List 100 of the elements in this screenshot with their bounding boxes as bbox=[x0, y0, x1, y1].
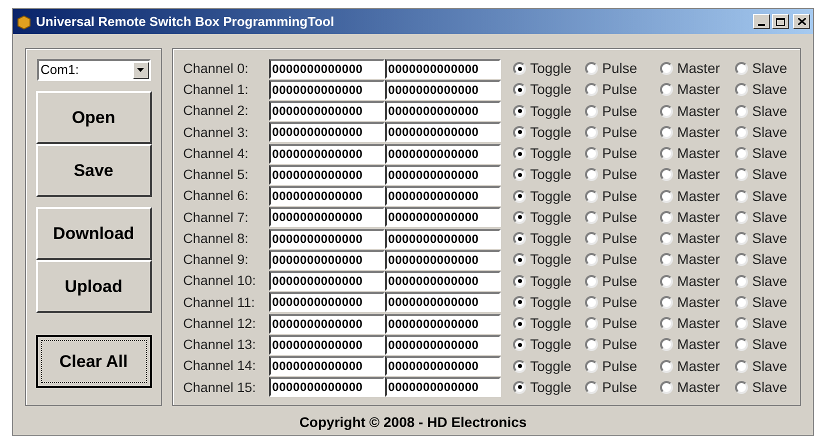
radio-button[interactable] bbox=[513, 126, 526, 139]
radio-button[interactable] bbox=[735, 274, 748, 288]
radio-button[interactable] bbox=[660, 126, 674, 139]
radio-button[interactable] bbox=[513, 338, 526, 352]
action-button[interactable]: Clear All bbox=[36, 335, 152, 388]
radio-button[interactable] bbox=[585, 104, 598, 118]
action-button[interactable]: Upload bbox=[36, 260, 152, 313]
code-input-field[interactable]: 0000000000000 bbox=[385, 144, 502, 164]
radio-button[interactable] bbox=[585, 380, 598, 394]
dropdown-arrow-button[interactable] bbox=[132, 62, 149, 78]
radio-button[interactable] bbox=[513, 380, 526, 394]
radio-button[interactable] bbox=[660, 62, 674, 76]
radio-button[interactable] bbox=[513, 190, 526, 203]
radio-button[interactable] bbox=[585, 210, 598, 224]
code-input-field[interactable]: 0000000000000 bbox=[269, 292, 386, 312]
radio-button[interactable] bbox=[585, 190, 598, 203]
radio-button[interactable] bbox=[660, 168, 674, 182]
radio-button[interactable] bbox=[735, 317, 748, 330]
radio-button[interactable] bbox=[735, 168, 748, 182]
code-input-field[interactable]: 0000000000000 bbox=[269, 356, 386, 376]
radio-button[interactable] bbox=[735, 380, 748, 394]
radio-button[interactable] bbox=[660, 232, 674, 246]
radio-button[interactable] bbox=[735, 338, 748, 352]
radio-button[interactable] bbox=[585, 253, 598, 266]
code-input-field[interactable]: 0000000000000 bbox=[269, 314, 386, 334]
radio-button[interactable] bbox=[735, 232, 748, 246]
radio-button[interactable] bbox=[513, 62, 526, 76]
code-input-field[interactable]: 0000000000000 bbox=[269, 271, 386, 292]
code-input-field[interactable]: 0000000000000 bbox=[385, 334, 502, 355]
code-input-field[interactable]: 0000000000000 bbox=[269, 144, 386, 164]
code-input-field[interactable]: 0000000000000 bbox=[269, 334, 386, 355]
port-dropdown[interactable]: Com1: bbox=[36, 59, 151, 81]
code-input-field[interactable]: 0000000000000 bbox=[269, 101, 386, 122]
maximize-button[interactable] bbox=[772, 14, 789, 29]
radio-button[interactable] bbox=[585, 62, 598, 76]
code-input-field[interactable]: 0000000000000 bbox=[385, 314, 502, 334]
radio-button[interactable] bbox=[735, 104, 748, 118]
code-input-field[interactable]: 0000000000000 bbox=[385, 80, 502, 100]
code-input-field[interactable]: 0000000000000 bbox=[385, 271, 502, 292]
code-input-field[interactable]: 0000000000000 bbox=[385, 250, 502, 270]
radio-button[interactable] bbox=[513, 168, 526, 182]
radio-button[interactable] bbox=[513, 317, 526, 330]
radio-button[interactable] bbox=[735, 62, 748, 76]
radio-button[interactable] bbox=[513, 360, 526, 373]
radio-button[interactable] bbox=[585, 296, 598, 309]
radio-button[interactable] bbox=[660, 83, 674, 96]
code-input-field[interactable]: 0000000000000 bbox=[385, 58, 502, 79]
code-input-field[interactable]: 0000000000000 bbox=[269, 377, 386, 398]
action-button[interactable]: Download bbox=[36, 207, 152, 260]
code-input-field[interactable]: 0000000000000 bbox=[385, 356, 502, 376]
radio-button[interactable] bbox=[585, 360, 598, 373]
code-input-field[interactable]: 0000000000000 bbox=[269, 207, 386, 228]
radio-button[interactable] bbox=[585, 338, 598, 352]
code-input-field[interactable]: 0000000000000 bbox=[385, 164, 502, 185]
radio-button[interactable] bbox=[513, 274, 526, 288]
code-input-field[interactable]: 0000000000000 bbox=[269, 122, 386, 142]
code-input-field[interactable]: 0000000000000 bbox=[385, 122, 502, 142]
radio-button[interactable] bbox=[660, 104, 674, 118]
radio-button[interactable] bbox=[585, 83, 598, 96]
radio-button[interactable] bbox=[513, 232, 526, 246]
radio-button[interactable] bbox=[513, 83, 526, 96]
radio-button[interactable] bbox=[660, 190, 674, 203]
code-input-field[interactable]: 0000000000000 bbox=[269, 164, 386, 185]
radio-button[interactable] bbox=[735, 253, 748, 266]
code-input-field[interactable]: 0000000000000 bbox=[269, 80, 386, 100]
radio-button[interactable] bbox=[513, 104, 526, 118]
radio-button[interactable] bbox=[660, 360, 674, 373]
action-button[interactable]: Open bbox=[36, 91, 152, 144]
radio-button[interactable] bbox=[585, 168, 598, 182]
radio-button[interactable] bbox=[513, 253, 526, 266]
code-input-field[interactable]: 0000000000000 bbox=[269, 58, 386, 79]
radio-button[interactable] bbox=[660, 210, 674, 224]
radio-button[interactable] bbox=[660, 147, 674, 160]
radio-button[interactable] bbox=[513, 210, 526, 224]
radio-button[interactable] bbox=[585, 232, 598, 246]
radio-button[interactable] bbox=[735, 296, 748, 309]
radio-button[interactable] bbox=[585, 147, 598, 160]
radio-button[interactable] bbox=[735, 147, 748, 160]
code-input-field[interactable]: 0000000000000 bbox=[269, 228, 386, 249]
radio-button[interactable] bbox=[660, 317, 674, 330]
radio-button[interactable] bbox=[735, 210, 748, 224]
code-input-field[interactable]: 0000000000000 bbox=[385, 207, 502, 228]
radio-button[interactable] bbox=[735, 83, 748, 96]
code-input-field[interactable]: 0000000000000 bbox=[385, 101, 502, 122]
radio-button[interactable] bbox=[660, 380, 674, 394]
radio-button[interactable] bbox=[735, 360, 748, 373]
radio-button[interactable] bbox=[660, 296, 674, 309]
radio-button[interactable] bbox=[660, 274, 674, 288]
code-input-field[interactable]: 0000000000000 bbox=[269, 186, 386, 206]
code-input-field[interactable]: 0000000000000 bbox=[269, 250, 386, 270]
code-input-field[interactable]: 0000000000000 bbox=[385, 228, 502, 249]
radio-button[interactable] bbox=[660, 338, 674, 352]
radio-button[interactable] bbox=[660, 253, 674, 266]
radio-button[interactable] bbox=[513, 147, 526, 160]
code-input-field[interactable]: 0000000000000 bbox=[385, 377, 502, 398]
action-button[interactable]: Save bbox=[36, 144, 152, 197]
radio-button[interactable] bbox=[585, 317, 598, 330]
radio-button[interactable] bbox=[585, 126, 598, 139]
close-button[interactable] bbox=[793, 14, 810, 29]
radio-button[interactable] bbox=[585, 274, 598, 288]
